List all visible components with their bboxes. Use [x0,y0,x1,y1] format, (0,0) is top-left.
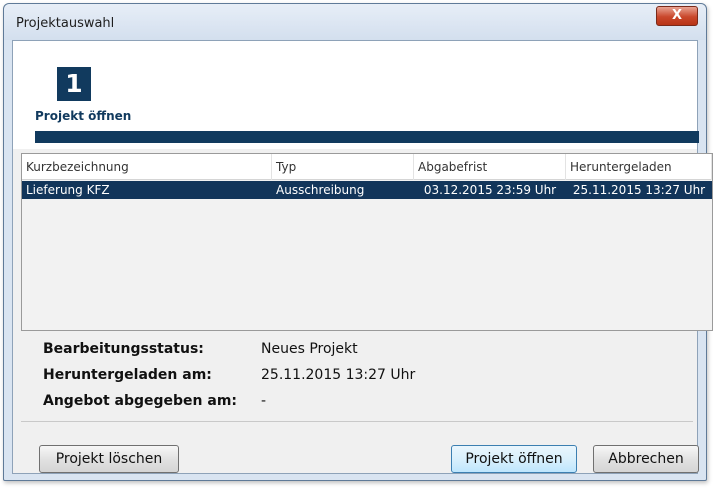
window-title: Projektauswahl [16,16,115,31]
close-icon: X [671,8,683,23]
table-row[interactable]: Lieferung KFZ Ausschreibung 03.12.2015 2… [22,181,712,199]
wizard-header: 1 Projekt öffnen [13,41,699,149]
column-header-typ[interactable]: Typ [272,154,414,180]
table-header: Kurzbezeichnung Typ Abgabefrist Herunter… [22,154,712,180]
cell-abgabefrist: 03.12.2015 23:59 Uhr [423,183,557,197]
column-header-heruntergeladen[interactable]: Heruntergeladen [566,154,712,180]
close-button[interactable]: X [656,6,698,26]
step-number-badge: 1 [57,67,91,101]
divider [21,421,693,422]
dialog-body: 1 Projekt öffnen Kurzbezeichnung Typ Abg… [12,40,713,474]
column-header-abgabefrist[interactable]: Abgabefrist [414,154,566,180]
column-header-kurzbezeichnung[interactable]: Kurzbezeichnung [22,154,272,180]
cell-heruntergeladen: 25.11.2015 13:27 Uhr [572,183,706,197]
delete-project-button[interactable]: Projekt löschen [39,445,179,473]
submitted-label: Angebot abgegeben am: [43,393,238,409]
downloaded-value: 25.11.2015 13:27 Uhr [261,367,416,383]
title-bar[interactable]: Projektauswahl X [4,4,706,40]
step-title: Projekt öffnen [35,109,132,123]
cell-typ: Ausschreibung [276,183,365,197]
open-project-button[interactable]: Projekt öffnen [451,445,577,473]
project-table[interactable]: Kurzbezeichnung Typ Abgabefrist Herunter… [21,153,713,331]
step-progress-bar [35,131,699,143]
downloaded-label: Heruntergeladen am: [43,367,212,383]
status-label: Bearbeitungsstatus: [43,341,204,357]
cell-kurzbezeichnung: Lieferung KFZ [26,183,110,197]
cancel-button[interactable]: Abbrechen [593,445,699,473]
project-selection-dialog: Projektauswahl X 1 Projekt öffnen Kurzbe… [3,3,713,481]
status-value: Neues Projekt [261,341,358,357]
submitted-value: - [261,393,267,409]
